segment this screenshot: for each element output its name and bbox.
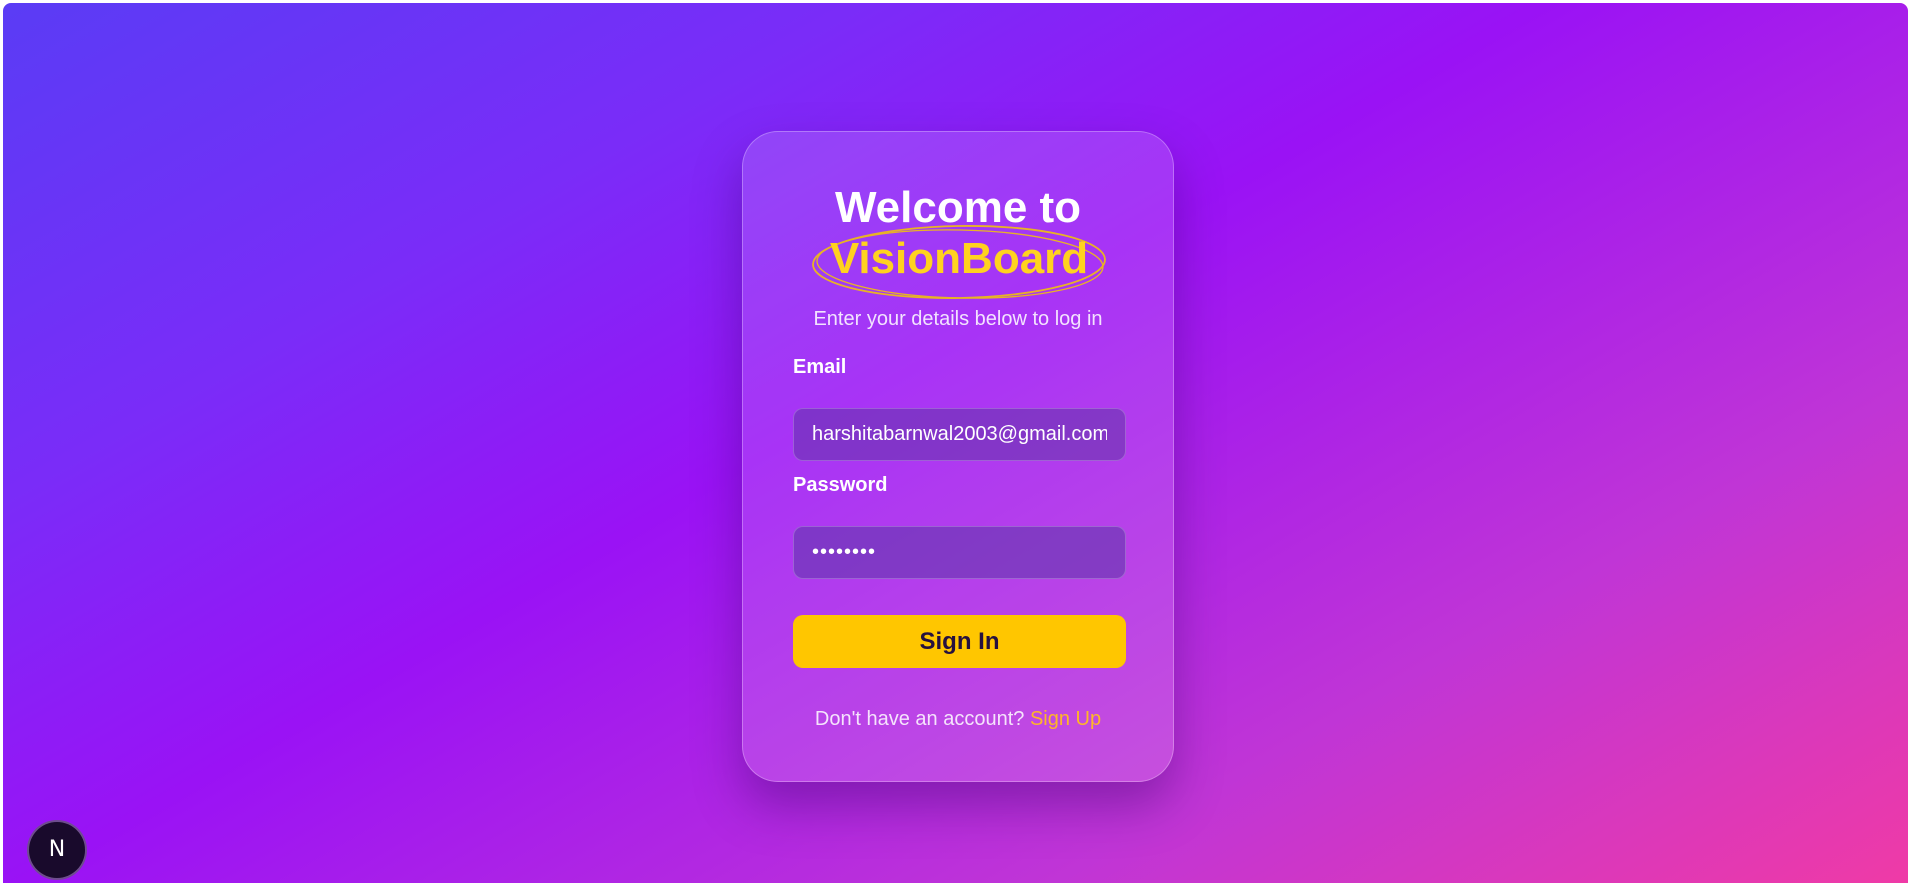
login-page: Welcome to VisionBoard Enter your detail… xyxy=(3,3,1908,883)
email-field[interactable] xyxy=(793,408,1126,461)
email-label: Email xyxy=(793,356,847,378)
login-card: Welcome to VisionBoard Enter your detail… xyxy=(742,131,1174,782)
password-field[interactable] xyxy=(793,526,1126,579)
password-label: Password xyxy=(793,474,888,496)
sign-in-button[interactable]: Sign In xyxy=(793,615,1126,668)
login-subtitle: Enter your details below to log in xyxy=(813,308,1103,330)
signup-prompt: Don't have an account? Sign Up xyxy=(743,708,1173,731)
brand-highlight: VisionBoard xyxy=(809,220,1109,304)
signup-prompt-text: Don't have an account? xyxy=(814,708,1025,730)
brand-name: VisionBoard xyxy=(829,234,1089,283)
nextjs-n-icon[interactable]: N xyxy=(29,822,85,878)
badge-letter: N xyxy=(48,837,66,862)
sign-up-link[interactable]: Sign Up xyxy=(1030,708,1101,730)
